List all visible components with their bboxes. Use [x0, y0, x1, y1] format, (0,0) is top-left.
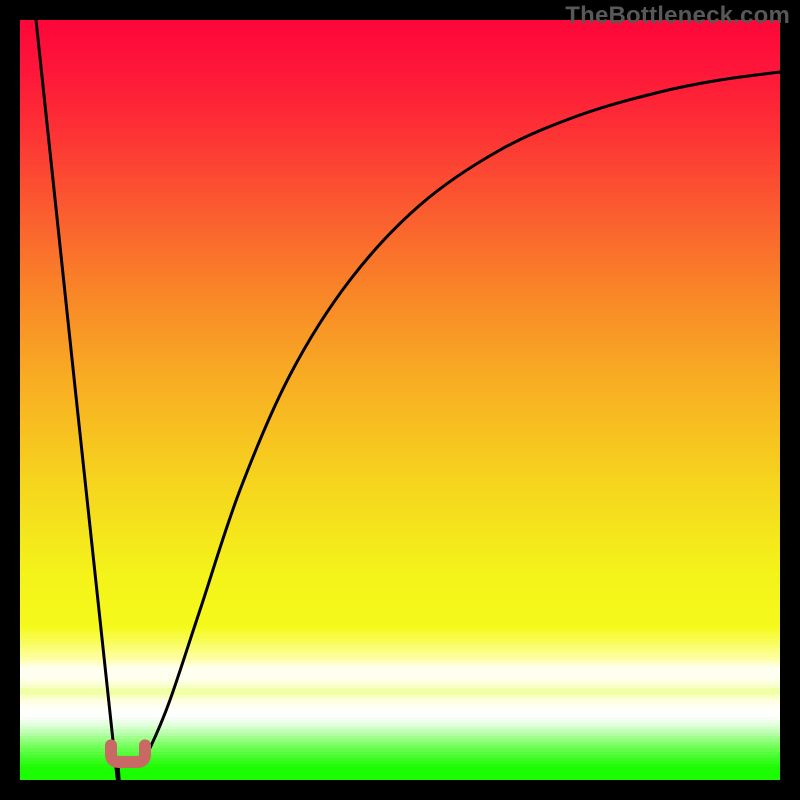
minimum-marker	[111, 745, 145, 762]
watermark-text: TheBottleneck.com	[565, 2, 790, 30]
plot-area	[20, 20, 780, 780]
curve-layer	[20, 20, 780, 780]
bottleneck-curve	[36, 20, 780, 780]
chart-frame: TheBottleneck.com	[0, 0, 800, 800]
